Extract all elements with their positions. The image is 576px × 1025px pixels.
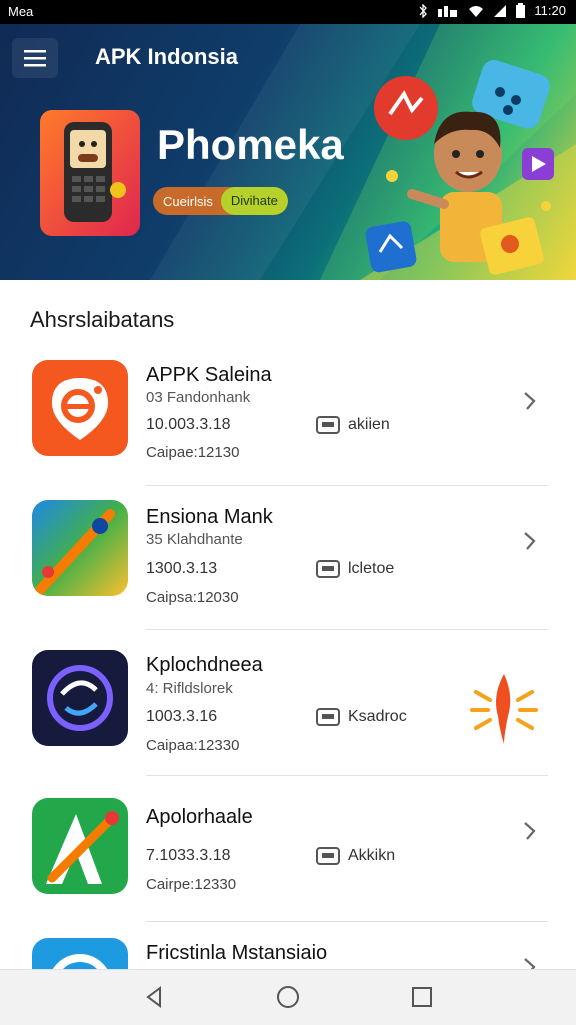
recents-icon[interactable] [407,982,437,1012]
app-title: APK Indonsia [95,44,239,69]
back-icon[interactable] [139,982,169,1012]
download-info[interactable]: lcletoe [316,560,394,578]
app-size: Caipsa:12030 [146,589,239,606]
chevron-right-icon[interactable] [518,530,540,552]
app-name: Ensiona Mank [146,506,273,528]
signal-icon [494,4,507,17]
app-subtitle: 4: Rifldslorek [146,680,233,697]
list-item[interactable]: Fricstinla Mstansiaio [0,922,576,969]
mascot-illustration [365,59,554,275]
package-icon [316,416,340,434]
app-icon [32,938,128,969]
list-item[interactable]: Ensiona Mank 35 Klahdhante 1300.3.13 lcl… [0,484,576,630]
download-label: Akkikn [348,847,396,864]
status-bar: Mea 11:20 [0,0,576,24]
battery-icon [516,3,526,18]
list-item[interactable]: APPK Saleina 03 Fandonhank 10.003.3.18 a… [0,340,576,486]
app-version: 1300.3.13 [146,560,218,577]
chevron-right-icon[interactable] [518,390,540,412]
app-name: Fricstinla Mstansiaio [146,942,328,964]
app-icon [32,798,128,894]
app-size: Caipae:12130 [146,444,240,461]
app-version: 1003.3.16 [146,708,218,725]
header-banner: APK Indonsia Phomeka Cueirlsis Divihate [0,24,576,280]
download-info[interactable]: Ksadroc [316,708,407,726]
tag-right: Divihate [220,187,288,215]
app-name: Apolorhaale [146,806,253,828]
download-info[interactable]: akiien [316,416,390,434]
app-size: Caipaa:12330 [146,737,240,754]
app-icon [32,650,128,746]
app-subtitle: 03 Fandonhank [146,389,251,406]
package-icon [316,847,340,865]
wifi-icon [469,5,484,17]
app-icon [32,360,128,456]
app-version: 10.003.3.18 [146,416,231,433]
chevron-right-icon[interactable] [518,820,540,842]
download-info[interactable]: Akkikn [316,847,395,865]
section-title: Ahsrslaibatans [30,307,175,332]
hamburger-icon [24,50,46,67]
featured-title: Phomeka [157,121,344,168]
featured-tags[interactable]: Cueirlsis Divihate [153,187,288,215]
network-icon [438,5,458,17]
status-icons: 11:20 [418,3,566,18]
download-label: Ksadroc [348,708,407,725]
featured-app-icon[interactable] [40,110,140,236]
status-carrier: Mea [8,4,34,19]
app-subtitle: 35 Klahdhante [146,531,243,548]
app-size: Cairpe:12330 [146,876,237,893]
burst-icon [470,674,538,744]
app-version: 7.1033.3.18 [146,847,231,864]
navigation-bar [0,969,576,1025]
download-label: akiien [348,416,390,433]
app-icon [32,500,128,596]
app-name: Kplochdneea [146,654,263,676]
package-icon [316,708,340,726]
app-name: APPK Saleina [146,364,272,386]
tag-left: Cueirlsis [163,193,213,209]
download-label: lcletoe [348,560,395,577]
package-icon [316,560,340,578]
chevron-right-icon[interactable] [518,956,540,969]
menu-button[interactable] [12,38,58,78]
home-icon[interactable] [273,982,303,1012]
list-item[interactable]: Kplochdneea 4: Rifldslorek 1003.3.16 Ksa… [0,630,576,776]
list-item[interactable]: Apolorhaale 7.1033.3.18 Akkikn Cairpe:12… [0,776,576,922]
status-time: 11:20 [534,3,566,18]
bluetooth-icon [419,3,428,18]
